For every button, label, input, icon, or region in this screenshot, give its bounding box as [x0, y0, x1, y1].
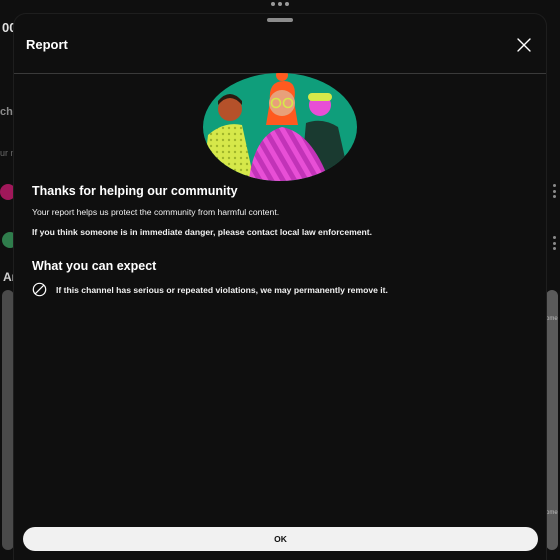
- section-heading-expect: What you can expect: [32, 259, 157, 273]
- community-illustration: [203, 73, 357, 181]
- dialog-title: Report: [26, 37, 68, 52]
- kebab-menu-icon[interactable]: [553, 236, 556, 250]
- bg-fragment: ome: [546, 316, 558, 322]
- close-button[interactable]: [512, 33, 536, 57]
- report-dialog: Report Thanks for helping our community …: [14, 14, 546, 560]
- report-description: Your report helps us protect the communi…: [32, 207, 280, 217]
- bg-fragment: ome: [546, 510, 558, 516]
- section-heading-thanks: Thanks for helping our community: [32, 184, 238, 198]
- close-icon: [517, 38, 531, 52]
- expectation-item: If this channel has serious or repeated …: [32, 282, 388, 297]
- emergency-notice: If you think someone is in immediate dan…: [32, 227, 373, 237]
- expectation-text: If this channel has serious or repeated …: [56, 284, 388, 295]
- video-thumbnail[interactable]: [2, 290, 14, 550]
- prohibited-icon: [32, 282, 47, 297]
- drag-handle[interactable]: [267, 18, 293, 22]
- kebab-menu-icon[interactable]: [553, 184, 556, 198]
- ok-button[interactable]: OK: [23, 527, 538, 551]
- more-options-icon[interactable]: [271, 2, 289, 10]
